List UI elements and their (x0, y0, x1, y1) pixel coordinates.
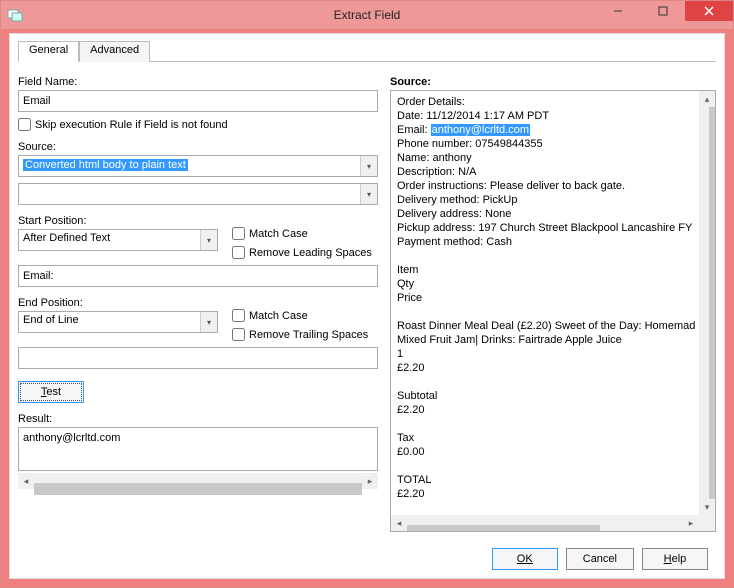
source-line (397, 249, 693, 263)
scroll-corner (699, 515, 715, 531)
source-line: Subtotal (397, 389, 693, 403)
scroll-right-icon[interactable]: ▸ (683, 515, 699, 531)
source-line: £2.20 (397, 487, 693, 501)
source-line: £2.20 (397, 403, 693, 417)
remove-leading-spaces-checkbox[interactable]: Remove Leading Spaces (232, 246, 378, 259)
source-line (397, 459, 693, 473)
source-label-left: Source: (18, 141, 378, 153)
result-value: anthony@lcrltd.com (23, 432, 120, 444)
scroll-right-icon[interactable]: ▸ (362, 473, 378, 489)
cancel-button[interactable]: Cancel (566, 548, 634, 570)
source-line: Name: anthony (397, 151, 693, 165)
end-text-input[interactable] (18, 347, 378, 369)
source-vscrollbar[interactable]: ▴ ▾ (699, 91, 715, 515)
scroll-down-icon[interactable]: ▾ (699, 499, 715, 515)
chevron-down-icon: ▾ (200, 312, 217, 332)
source-line: Mixed Fruit Jam| Drinks: Fairtrade Apple… (397, 333, 693, 347)
end-match-case-checkbox[interactable]: Match Case (232, 309, 378, 322)
source-line (397, 305, 693, 319)
source-line: Roast Dinner Meal Deal (£2.20) Sweet of … (397, 319, 693, 333)
source-line (397, 375, 693, 389)
start-position-value: After Defined Text (23, 232, 110, 244)
source-line: Order instructions: Please deliver to ba… (397, 179, 693, 193)
source-line: Item (397, 263, 693, 277)
end-position-label: End Position: (18, 297, 218, 309)
source-line: Payment method: Cash (397, 235, 693, 249)
end-match-case-check[interactable] (232, 309, 245, 322)
remove-trailing-check[interactable] (232, 328, 245, 341)
app-icon (7, 7, 23, 23)
test-button[interactable]: Test (18, 381, 84, 403)
client-area: General Advanced Field Name: Skip execut… (9, 33, 725, 579)
source-combo-2[interactable]: ▾ (18, 183, 378, 205)
left-column: Field Name: Skip execution Rule if Field… (18, 72, 378, 532)
source-line: Date: 11/12/2014 1:17 AM PDT (397, 109, 693, 123)
source-line: TOTAL (397, 473, 693, 487)
remove-leading-label: Remove Leading Spaces (249, 247, 372, 259)
start-position-label: Start Position: (18, 215, 218, 227)
source-line: Pickup address: 197 Church Street Blackp… (397, 221, 693, 235)
start-position-combo[interactable]: After Defined Text ▾ (18, 229, 218, 251)
source-line: Tax (397, 431, 693, 445)
right-column: Source: Order Details:Date: 11/12/2014 1… (390, 72, 716, 532)
close-button[interactable] (685, 1, 733, 21)
remove-trailing-label: Remove Trailing Spaces (249, 329, 368, 341)
chevron-down-icon: ▾ (200, 230, 217, 250)
source-line: Order Details: (397, 95, 693, 109)
source-line: Delivery address: None (397, 207, 693, 221)
field-name-label: Field Name: (18, 76, 378, 88)
tab-general[interactable]: General (18, 41, 79, 62)
result-label: Result: (18, 413, 378, 425)
source-hscrollbar[interactable]: ◂ ▸ (391, 515, 699, 531)
source-line: Qty (397, 277, 693, 291)
source-combo-1-text: Converted html body to plain text (23, 159, 188, 171)
source-highlight: anthony@lcrltd.com (431, 124, 530, 136)
scroll-left-icon[interactable]: ◂ (391, 515, 407, 531)
remove-leading-check[interactable] (232, 246, 245, 259)
result-output: anthony@lcrltd.com (18, 427, 378, 471)
source-line: £2.20 (397, 361, 693, 375)
scroll-left-icon[interactable]: ◂ (18, 473, 34, 489)
source-line: £0.00 (397, 445, 693, 459)
start-text-input[interactable] (18, 265, 378, 287)
source-panel-label: Source: (390, 76, 716, 88)
help-button[interactable]: Help (642, 548, 708, 570)
end-position-combo[interactable]: End of Line ▾ (18, 311, 218, 333)
result-hscrollbar[interactable]: ◂ ▸ (18, 473, 378, 489)
field-name-input[interactable] (18, 90, 378, 112)
chevron-down-icon: ▾ (360, 184, 377, 204)
skip-execution-check[interactable] (18, 118, 31, 131)
source-content: Order Details:Date: 11/12/2014 1:17 AM P… (391, 91, 699, 515)
ok-button[interactable]: OK (492, 548, 558, 570)
source-line: Price (397, 291, 693, 305)
scroll-up-icon[interactable]: ▴ (699, 91, 715, 107)
window-controls (595, 1, 733, 21)
start-match-case-label: Match Case (249, 228, 308, 240)
remove-trailing-spaces-checkbox[interactable]: Remove Trailing Spaces (232, 328, 378, 341)
source-line: Phone number: 07549844355 (397, 137, 693, 151)
start-match-case-check[interactable] (232, 227, 245, 240)
chevron-down-icon: ▾ (360, 156, 377, 176)
tab-strip: General Advanced (18, 40, 716, 62)
source-combo-1[interactable]: Converted html body to plain text ▾ (18, 155, 378, 177)
source-panel: Order Details:Date: 11/12/2014 1:17 AM P… (390, 90, 716, 532)
maximize-button[interactable] (640, 1, 685, 21)
tab-content: Field Name: Skip execution Rule if Field… (18, 62, 716, 532)
minimize-button[interactable] (595, 1, 640, 21)
source-line: Delivery method: PickUp (397, 193, 693, 207)
window-frame: Extract Field General Advanced Field Nam… (0, 0, 734, 588)
titlebar: Extract Field (1, 1, 733, 29)
end-position-value: End of Line (23, 314, 79, 326)
source-line: Email: anthony@lcrltd.com (397, 123, 693, 137)
source-line: Description: N/A (397, 165, 693, 179)
source-line (397, 417, 693, 431)
dialog-buttons: OK Cancel Help (492, 548, 708, 570)
end-match-case-label: Match Case (249, 310, 308, 322)
skip-execution-label: Skip execution Rule if Field is not foun… (35, 119, 228, 131)
start-match-case-checkbox[interactable]: Match Case (232, 227, 378, 240)
tab-advanced[interactable]: Advanced (79, 41, 150, 62)
source-line: 1 (397, 347, 693, 361)
skip-execution-checkbox[interactable]: Skip execution Rule if Field is not foun… (18, 118, 378, 131)
